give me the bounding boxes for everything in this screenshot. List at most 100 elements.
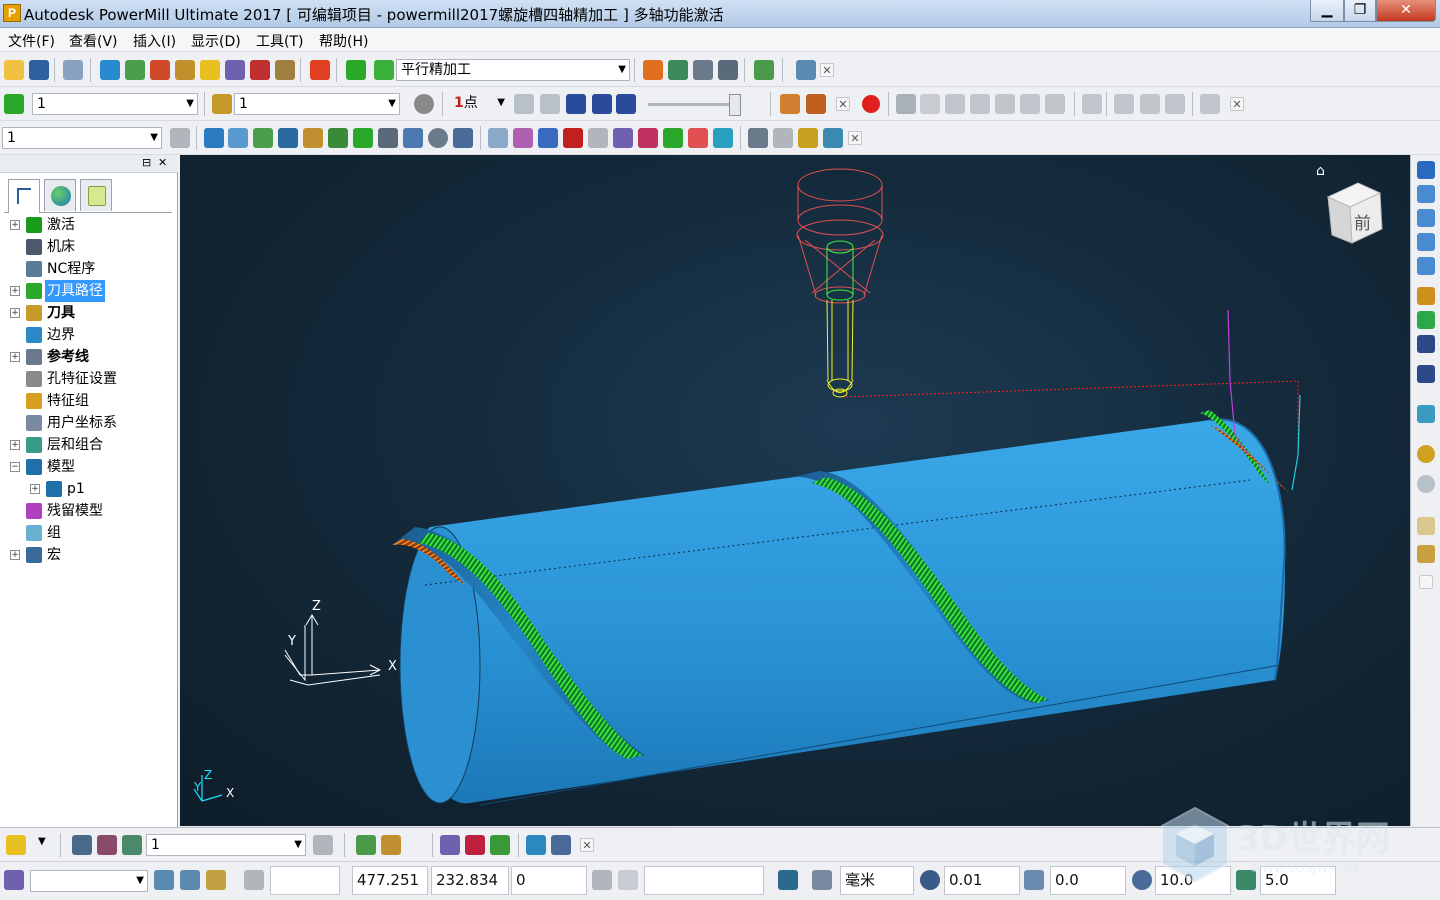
model-edit-icon[interactable] xyxy=(253,128,273,148)
graphics-viewport[interactable]: Z Y X Z Y X 前 ⌂ xyxy=(180,155,1410,826)
pencil-icon[interactable] xyxy=(381,835,401,855)
feed-rate-icon[interactable] xyxy=(150,60,170,80)
tool-selector[interactable]: 1 ▼ xyxy=(234,93,400,115)
close-panel-icon[interactable]: ✕ xyxy=(158,156,167,169)
view-cube[interactable] xyxy=(1326,182,1383,244)
level-selector[interactable]: 1 ▼ xyxy=(2,127,162,149)
stock-update-icon[interactable] xyxy=(1140,94,1160,114)
end-point-icon[interactable] xyxy=(250,60,270,80)
menu-file[interactable]: 文件(F) xyxy=(8,31,55,51)
search-icon[interactable] xyxy=(748,128,768,148)
cursor-x-field[interactable]: 477.251 xyxy=(352,866,428,895)
menu-tools[interactable]: 工具(T) xyxy=(256,31,303,51)
status-empty-field[interactable] xyxy=(270,866,340,895)
stock-color-icon[interactable] xyxy=(688,128,708,148)
step-back-icon[interactable] xyxy=(540,94,560,114)
transform-icon[interactable] xyxy=(754,60,774,80)
refresh-view-icon[interactable] xyxy=(1417,311,1435,329)
shaded-icon[interactable] xyxy=(896,94,916,114)
color-edit-icon[interactable] xyxy=(465,835,485,855)
link-snap-icon[interactable] xyxy=(618,870,638,890)
calculate-icon[interactable] xyxy=(643,60,663,80)
view-iso2-icon[interactable] xyxy=(1417,209,1435,227)
pen-icon[interactable] xyxy=(526,835,546,855)
grid-icon[interactable] xyxy=(244,870,264,890)
verify-icon[interactable] xyxy=(668,60,688,80)
stock-display-icon[interactable] xyxy=(1114,94,1134,114)
view-top-icon[interactable] xyxy=(1417,161,1435,179)
tab-recycle[interactable] xyxy=(80,179,112,211)
close-window-button[interactable]: ✕ xyxy=(1376,0,1436,22)
close-toolbar-icon[interactable]: ✕ xyxy=(820,63,834,77)
powermill-app-icon[interactable]: P xyxy=(3,4,21,22)
boundary-edit-icon[interactable] xyxy=(328,128,348,148)
bottom-selector[interactable]: 1 ▼ xyxy=(146,834,306,856)
pin-icon[interactable]: ⊟ xyxy=(142,156,151,169)
axes-icon[interactable] xyxy=(613,128,633,148)
fit-view-icon[interactable] xyxy=(1020,94,1040,114)
tab-globe[interactable] xyxy=(44,179,76,211)
shaded-toggle-icon[interactable] xyxy=(1417,405,1435,423)
level-icon[interactable] xyxy=(170,128,190,148)
stepover-field[interactable]: 5.0 xyxy=(1260,866,1336,895)
menu-view[interactable]: 查看(V) xyxy=(69,31,118,51)
rotate-view-icon[interactable] xyxy=(945,94,965,114)
stock-save-icon[interactable] xyxy=(1165,94,1185,114)
draft-angle-icon[interactable] xyxy=(513,128,533,148)
close-toolbar-icon[interactable]: ✕ xyxy=(848,131,862,145)
minimize-button[interactable]: ▁ xyxy=(1310,0,1344,22)
go-to-start-icon[interactable] xyxy=(514,94,534,114)
play-icon[interactable] xyxy=(566,94,586,114)
table-icon[interactable] xyxy=(378,128,398,148)
tool-holder[interactable] xyxy=(796,168,884,304)
delete-icon[interactable] xyxy=(453,128,473,148)
min-radius-icon[interactable] xyxy=(538,128,558,148)
tool-holder-icon[interactable] xyxy=(175,60,195,80)
simulation-speed-slider[interactable] xyxy=(648,103,740,106)
view-toggle-icon[interactable] xyxy=(920,94,940,114)
workplane-selector[interactable]: ▼ xyxy=(30,870,148,892)
view-iso4-icon[interactable] xyxy=(1417,257,1435,275)
strategy-toolpath-icon[interactable] xyxy=(346,60,366,80)
workplane-create-icon[interactable] xyxy=(154,870,174,890)
snap-icon[interactable] xyxy=(592,870,612,890)
cutting-tool[interactable] xyxy=(826,240,854,398)
close-toolbar-icon[interactable]: ✕ xyxy=(1230,97,1244,111)
shaded-mode-icon[interactable] xyxy=(488,128,508,148)
cursor-z-field[interactable]: 0 xyxy=(511,866,587,895)
tab-explorer-tree[interactable] xyxy=(8,179,40,213)
wireframe-toggle-icon[interactable] xyxy=(1417,475,1435,493)
tree-expander-icon[interactable]: + xyxy=(30,484,40,494)
go-to-end-icon[interactable] xyxy=(616,94,636,114)
workplane-edit-icon[interactable] xyxy=(180,870,200,890)
undo-view-icon[interactable] xyxy=(1045,94,1065,114)
tree-expander-icon[interactable]: + xyxy=(10,286,20,296)
cross-tool-icon[interactable] xyxy=(551,835,571,855)
select-cursor-icon[interactable] xyxy=(1417,517,1435,535)
view-iso1-icon[interactable] xyxy=(1417,185,1435,203)
section-icon[interactable] xyxy=(1082,94,1102,114)
thickness-field[interactable]: 0.0 xyxy=(1050,866,1126,895)
menu-insert[interactable]: 插入(I) xyxy=(133,31,176,51)
tree-expander-icon[interactable]: + xyxy=(10,440,20,450)
level-toggle-icon[interactable] xyxy=(313,835,333,855)
toolpath-display-icon[interactable] xyxy=(663,128,683,148)
menu-display[interactable]: 显示(D) xyxy=(191,31,241,51)
save-project-icon[interactable] xyxy=(29,60,49,80)
magnet-tool-icon[interactable] xyxy=(6,835,26,855)
workplane-status-icon[interactable] xyxy=(4,870,24,890)
clock-icon[interactable] xyxy=(428,128,448,148)
slider-thumb[interactable] xyxy=(729,94,741,116)
link-icon[interactable] xyxy=(588,128,608,148)
shading-icon[interactable] xyxy=(1417,445,1435,463)
workplane-box-icon[interactable] xyxy=(206,870,226,890)
start-point-icon[interactable] xyxy=(225,60,245,80)
binoculars-icon[interactable] xyxy=(796,60,816,80)
tree-expander-icon[interactable]: + xyxy=(10,308,20,318)
cube-edit-icon[interactable] xyxy=(490,835,510,855)
strategy-selector[interactable]: 平行精加工 ▼ xyxy=(396,59,630,81)
zoom-fit-icon[interactable] xyxy=(1417,335,1435,353)
lightbulb-icon[interactable] xyxy=(414,94,434,114)
chevron-down-icon[interactable]: ▼ xyxy=(38,836,46,847)
tree-expander-icon[interactable]: + xyxy=(10,352,20,362)
